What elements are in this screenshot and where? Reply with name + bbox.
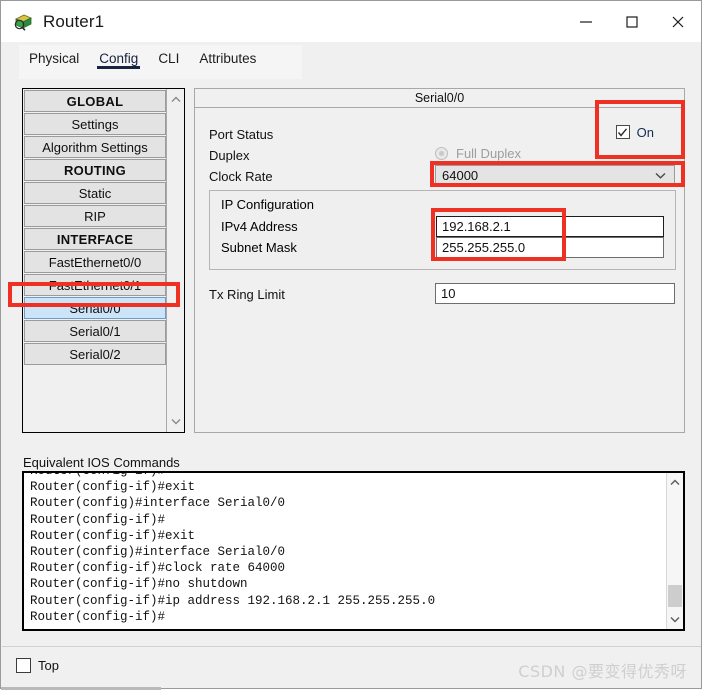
- tab-cli[interactable]: CLI: [148, 45, 189, 69]
- ip-configuration-title: IP Configuration: [221, 197, 314, 212]
- top-checkbox[interactable]: [16, 658, 31, 673]
- tx-ring-limit-input[interactable]: 10: [435, 283, 675, 304]
- console-scrollbar[interactable]: [666, 473, 683, 629]
- footer-bar: Top CSDN @要变得优秀呀: [2, 646, 701, 688]
- duplex-option-label: Full Duplex: [456, 146, 522, 161]
- tab-physical[interactable]: Physical: [19, 45, 89, 69]
- clock-rate-value: 64000: [442, 168, 479, 183]
- top-checkbox-label: Top: [38, 658, 59, 673]
- interface-config-panel: Serial0/0 Port Status Duplex Clock Rate …: [194, 88, 685, 433]
- duplex-full-radio: Full Duplex: [435, 146, 521, 161]
- label-duplex: Duplex: [209, 148, 250, 163]
- sidebar-item-settings[interactable]: Settings: [24, 113, 166, 135]
- sidebar-item-serial01[interactable]: Serial0/1: [24, 320, 166, 342]
- sidebar-list: GLOBAL Settings Algorithm Settings ROUTI…: [23, 89, 166, 432]
- chevron-down-icon[interactable]: [654, 168, 667, 183]
- maximize-icon[interactable]: [609, 1, 655, 42]
- router-icon: [13, 12, 33, 32]
- label-subnet-mask: Subnet Mask: [221, 240, 297, 255]
- config-sidebar: GLOBAL Settings Algorithm Settings ROUTI…: [22, 88, 185, 433]
- sidebar-header-global: GLOBAL: [24, 90, 166, 112]
- port-status-checkbox[interactable]: [615, 125, 630, 139]
- sidebar-item-static[interactable]: Static: [24, 182, 166, 204]
- sidebar-item-fastethernet01[interactable]: FastEthernet0/1: [24, 274, 166, 296]
- title-bar: Router1: [1, 1, 701, 42]
- sidebar-item-fastethernet00[interactable]: FastEthernet0/0: [24, 251, 166, 273]
- scrollbar-thumb[interactable]: [668, 585, 682, 607]
- tab-strip-background: [302, 45, 701, 79]
- label-tx-ring-limit: Tx Ring Limit: [209, 287, 285, 302]
- panel-title: Serial0/0: [195, 89, 684, 108]
- window-title: Router1: [43, 11, 105, 31]
- chevron-down-icon[interactable]: [170, 414, 182, 429]
- sidebar-item-rip[interactable]: RIP: [24, 205, 166, 227]
- port-status-on-label: On: [636, 124, 654, 140]
- ipv4-address-input[interactable]: 192.168.2.1: [436, 216, 664, 237]
- tab-config[interactable]: Config: [89, 45, 148, 69]
- sidebar-item-algorithm-settings[interactable]: Algorithm Settings: [24, 136, 166, 158]
- label-clock-rate: Clock Rate: [209, 169, 273, 184]
- sidebar-item-serial02[interactable]: Serial0/2: [24, 343, 166, 365]
- window-controls: [563, 1, 701, 42]
- sidebar-item-serial00[interactable]: Serial0/0: [24, 297, 166, 319]
- port-status-toggle[interactable]: On: [556, 115, 676, 149]
- label-ipv4-address: IPv4 Address: [221, 219, 298, 234]
- console-text: Router(config-if)# Router(config-if)#exi…: [30, 471, 436, 624]
- tab-attributes[interactable]: Attributes: [189, 45, 266, 69]
- tab-strip: Physical Config CLI Attributes: [19, 45, 302, 79]
- sidebar-scrollbar[interactable]: [166, 89, 184, 432]
- watermark: CSDN @要变得优秀呀: [518, 662, 687, 681]
- minimize-icon[interactable]: [563, 1, 609, 42]
- close-icon[interactable]: [655, 1, 701, 42]
- equivalent-ios-commands-console[interactable]: Router(config-if)# Router(config-if)#exi…: [22, 471, 685, 631]
- console-label: Equivalent IOS Commands: [23, 455, 180, 470]
- sidebar-header-interface: INTERFACE: [24, 228, 166, 250]
- radio-icon: [435, 147, 448, 160]
- router-config-window: Router1 Physical Config CLI Attributes G…: [0, 0, 702, 690]
- sidebar-header-routing: ROUTING: [24, 159, 166, 181]
- subnet-mask-input[interactable]: 255.255.255.0: [436, 237, 664, 258]
- ip-configuration-group: IP Configuration IPv4 Address Subnet Mas…: [209, 190, 676, 270]
- chevron-up-icon[interactable]: [667, 475, 683, 490]
- top-checkbox-group[interactable]: Top: [16, 658, 59, 673]
- chevron-up-icon[interactable]: [170, 92, 182, 107]
- clock-rate-select[interactable]: 64000: [435, 165, 675, 186]
- label-port-status: Port Status: [209, 127, 274, 142]
- chevron-down-icon[interactable]: [667, 612, 683, 627]
